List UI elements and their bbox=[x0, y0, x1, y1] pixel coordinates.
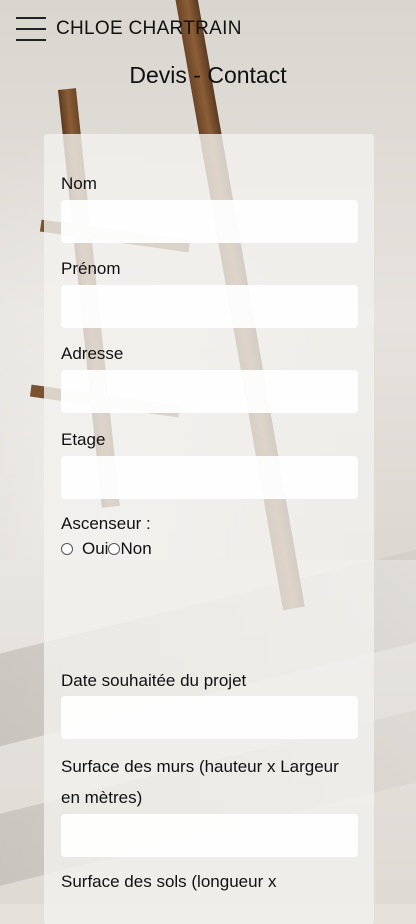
ascenseur-oui-label: Oui bbox=[82, 539, 109, 558]
ascenseur-non-label: Non bbox=[120, 539, 152, 558]
ascenseur-radio-group: Oui Non bbox=[61, 539, 152, 559]
adresse-label: Adresse bbox=[61, 344, 124, 363]
contact-form: Nom Prénom Adresse Etage Ascenseur : Oui… bbox=[44, 134, 374, 924]
ascenseur-label: Ascenseur : bbox=[61, 514, 151, 533]
adresse-input[interactable] bbox=[61, 370, 358, 413]
etage-field-group: Etage bbox=[61, 425, 358, 499]
surface-murs-field-group: Surface des murs (hauteur x Largeur en m… bbox=[61, 751, 358, 857]
adresse-field-group: Adresse bbox=[61, 339, 358, 413]
prenom-label: Prénom bbox=[61, 259, 121, 278]
etage-label: Etage bbox=[61, 430, 106, 449]
prenom-field-group: Prénom bbox=[61, 254, 358, 328]
ascenseur-field-group: Ascenseur : bbox=[61, 509, 358, 539]
hamburger-menu-icon[interactable] bbox=[16, 17, 46, 41]
date-label: Date souhaitée du projet bbox=[61, 671, 247, 690]
surface-murs-label: Surface des murs (hauteur x Largeur en m… bbox=[61, 757, 339, 807]
surface-sols-label: Surface des sols (longueur x bbox=[61, 872, 277, 891]
nom-input[interactable] bbox=[61, 200, 358, 243]
surface-sols-field-group: Surface des sols (longueur x bbox=[61, 867, 358, 897]
etage-input[interactable] bbox=[61, 456, 358, 499]
top-bar: CHLOE CHARTRAIN bbox=[16, 14, 242, 44]
surface-murs-input[interactable] bbox=[61, 814, 358, 857]
ascenseur-oui-radio[interactable] bbox=[61, 543, 73, 555]
nom-label: Nom bbox=[61, 174, 97, 193]
brand-name[interactable]: CHLOE CHARTRAIN bbox=[56, 18, 242, 40]
prenom-input[interactable] bbox=[61, 285, 358, 328]
ascenseur-non-radio[interactable] bbox=[108, 543, 121, 555]
page-title: Devis - Contact bbox=[129, 62, 287, 88]
nom-field-group: Nom bbox=[61, 169, 358, 243]
date-input[interactable] bbox=[61, 696, 358, 739]
date-field-group: Date souhaitée du projet bbox=[61, 666, 358, 739]
